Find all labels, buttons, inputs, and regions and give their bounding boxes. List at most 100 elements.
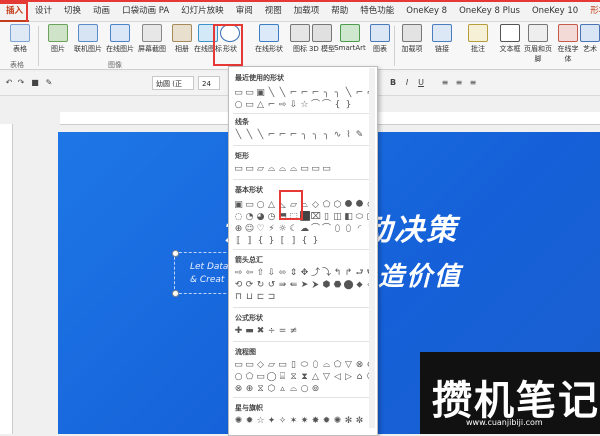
shape-item[interactable]: ⬯ xyxy=(344,224,354,234)
shape-item[interactable]: ✚ xyxy=(234,326,244,336)
shape-item[interactable]: ⊕ xyxy=(234,224,244,234)
shape-item[interactable]: ◇ xyxy=(256,360,266,370)
shape-item[interactable]: ▭ xyxy=(245,164,255,174)
bold-icon[interactable]: B xyxy=(388,78,398,88)
shape-item[interactable]: ▣ xyxy=(256,88,266,98)
align-center-icon[interactable]: ≡ xyxy=(454,78,464,88)
shape-item[interactable]: ⚡ xyxy=(267,224,277,234)
shape-item[interactable]: ⇩ xyxy=(267,268,277,278)
shape-item[interactable]: ▭ xyxy=(300,164,310,174)
underline-icon[interactable]: U xyxy=(416,78,426,88)
shape-item[interactable]: ⬡ xyxy=(267,384,277,394)
shape-item[interactable]: ⇛ xyxy=(278,280,288,290)
shape-item[interactable]: ✦ xyxy=(267,416,277,426)
shape-item[interactable]: ⌐ xyxy=(278,130,288,140)
shape-item[interactable]: ◕ xyxy=(256,212,266,222)
shape-item[interactable]: ▭ xyxy=(311,164,321,174)
screenshot-button[interactable]: 屏幕截图 xyxy=(136,24,168,54)
shape-item[interactable]: ✸ xyxy=(311,416,321,426)
comment-button[interactable]: 批注 xyxy=(464,24,492,54)
shape-item[interactable]: } xyxy=(311,236,321,246)
shape-item[interactable]: ⌐ xyxy=(289,130,299,140)
shape-item[interactable]: ∿ xyxy=(333,130,343,140)
shape-item[interactable]: ◫ xyxy=(333,212,343,222)
shape-item[interactable]: ▭ xyxy=(322,164,332,174)
shape-item[interactable]: ⮞ xyxy=(311,280,321,290)
shape-item[interactable]: ✷ xyxy=(300,416,310,426)
shape-item[interactable]: ▱ xyxy=(267,360,277,370)
addin-button[interactable]: 加载项 xyxy=(398,24,426,54)
font-size-select[interactable]: 24 xyxy=(198,76,220,90)
shape-item[interactable]: ╲ xyxy=(256,130,266,140)
textbox-button[interactable]: 文本框 xyxy=(496,24,524,54)
shape-item[interactable]: ⌓ xyxy=(267,164,277,174)
shape-item[interactable]: ✥ xyxy=(300,268,310,278)
shape-item[interactable]: { xyxy=(333,100,343,110)
shape-item[interactable]: ⌐ xyxy=(300,88,310,98)
shape-item[interactable]: ✻ xyxy=(344,416,354,426)
shape-item[interactable]: ☁ xyxy=(300,224,310,234)
shape-item[interactable]: ⬄ xyxy=(278,268,288,278)
shape-item[interactable]: ⌐ xyxy=(267,130,277,140)
shape-item[interactable]: ⇚ xyxy=(289,280,299,290)
shape-item[interactable]: ☺ xyxy=(245,224,255,234)
album-button[interactable]: 相册 xyxy=(168,24,196,54)
shape-item[interactable]: ╮ xyxy=(300,130,310,140)
shape-item[interactable]: ▭ xyxy=(234,360,244,370)
shape-item[interactable]: △ xyxy=(311,372,321,382)
shape-item[interactable]: ╲ xyxy=(234,130,244,140)
link-button[interactable]: 链接 xyxy=(428,24,456,54)
shape-item[interactable]: ] xyxy=(289,236,299,246)
gallery-scrollbar[interactable] xyxy=(369,68,375,428)
shape-item[interactable]: ⬠ xyxy=(322,200,332,210)
redo-icon[interactable]: ↷ xyxy=(16,78,26,88)
shape-item[interactable]: ▭ xyxy=(234,164,244,174)
shape-item[interactable]: ▬ xyxy=(245,326,255,336)
shape-item[interactable]: ⬢ xyxy=(322,280,332,290)
shape-item[interactable]: { xyxy=(256,236,266,246)
shape-item[interactable]: ⬤ xyxy=(344,280,354,290)
shape-item[interactable]: ○ xyxy=(300,384,310,394)
save-icon[interactable]: ■ xyxy=(30,78,40,88)
shape-item[interactable]: ╮ xyxy=(322,88,332,98)
shape-item[interactable]: ⬯ xyxy=(311,360,321,370)
shape-item[interactable]: ▽ xyxy=(344,360,354,370)
shape-item[interactable]: ⌓ xyxy=(322,360,332,370)
shape-item[interactable]: ⮐ xyxy=(355,268,365,278)
shape-item[interactable]: = xyxy=(278,326,288,336)
shape-item[interactable]: ⊕ xyxy=(245,384,255,394)
shape-item[interactable]: ⇦ xyxy=(245,268,255,278)
shape-item[interactable]: ▭ xyxy=(245,100,255,110)
shape-item[interactable]: ○ xyxy=(256,200,266,210)
shape-item[interactable]: ⇧ xyxy=(256,268,266,278)
shape-item[interactable]: ▷ xyxy=(344,372,354,382)
shape-item[interactable]: ✎ xyxy=(355,130,365,140)
shape-item[interactable]: ≠ xyxy=(289,326,299,336)
shape-item[interactable]: ⇕ xyxy=(289,268,299,278)
shape-item[interactable]: ▭ xyxy=(278,360,288,370)
shape-item[interactable]: ○ xyxy=(234,100,244,110)
shape-item[interactable]: ╲ xyxy=(267,88,277,98)
shape-item[interactable]: ▭ xyxy=(256,372,266,382)
online-picture-button[interactable]: 在线图片 xyxy=(104,24,136,54)
shape-item[interactable]: ⬯ xyxy=(333,224,343,234)
shape-item[interactable]: ○ xyxy=(234,372,244,382)
subtitle-textbox[interactable] xyxy=(174,252,236,294)
shape-item[interactable]: ▵ xyxy=(278,384,288,394)
shape-item[interactable]: ⌂ xyxy=(355,372,365,382)
shape-item[interactable]: ✺ xyxy=(333,416,343,426)
shape-item[interactable]: ⌐ xyxy=(289,88,299,98)
shape-item[interactable]: ⯃ xyxy=(344,200,354,210)
shape-item[interactable]: ◁ xyxy=(333,372,343,382)
shape-item[interactable]: ÷ xyxy=(267,326,277,336)
shape-item[interactable]: ⌓ xyxy=(289,164,299,174)
shape-item[interactable]: ⌓ xyxy=(289,384,299,394)
shape-item[interactable]: ◇ xyxy=(311,200,321,210)
shape-item[interactable]: ⌒ xyxy=(311,100,321,110)
shape-item[interactable]: ♡ xyxy=(256,224,266,234)
shape-item[interactable]: ◜ xyxy=(355,224,365,234)
shape-item[interactable]: ◧ xyxy=(344,212,354,222)
shape-item[interactable]: ▣ xyxy=(234,200,244,210)
shape-item[interactable]: ╲ xyxy=(278,88,288,98)
shape-item[interactable]: ⌧ xyxy=(311,212,321,222)
